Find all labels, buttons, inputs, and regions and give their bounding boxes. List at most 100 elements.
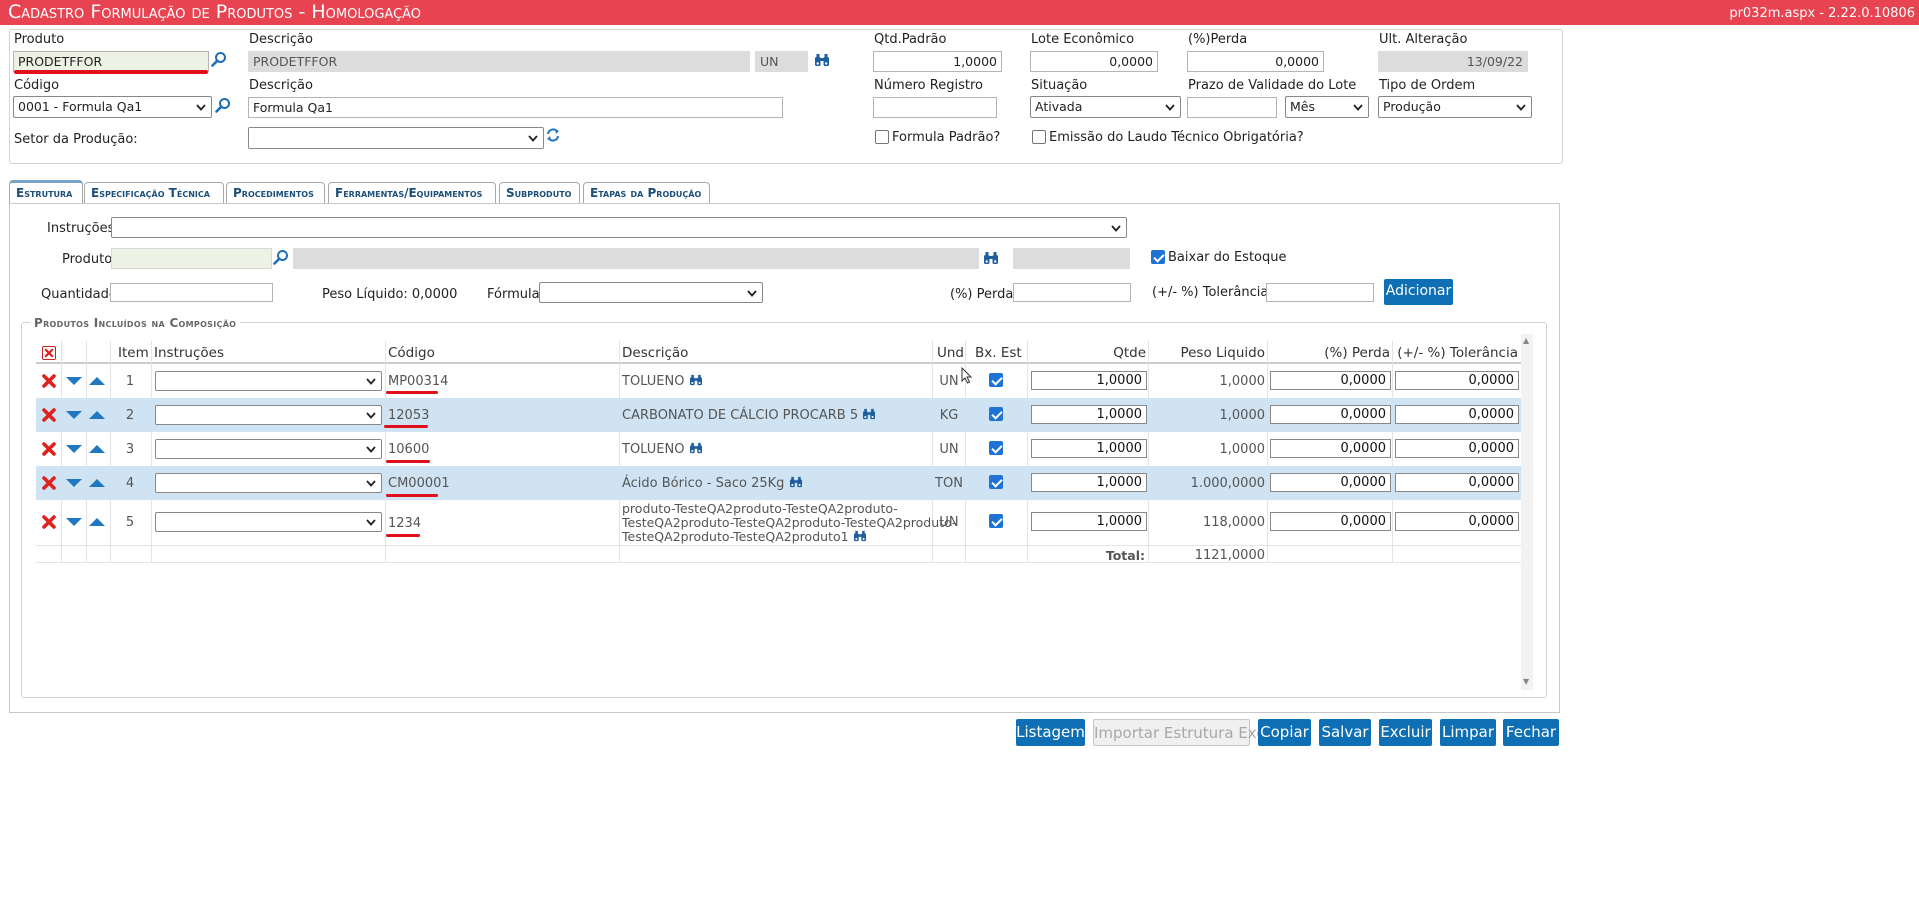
limpar-button[interactable]: Limpar <box>1440 719 1496 746</box>
situacao-select[interactable]: Ativada <box>1030 96 1181 118</box>
binoculars-icon[interactable] <box>853 530 867 542</box>
row-bx-est-checkbox[interactable] <box>989 407 1003 421</box>
move-up-icon[interactable] <box>88 444 106 454</box>
row-tolerancia-input[interactable]: 0,0000 <box>1395 512 1519 531</box>
row-qtde-input[interactable]: 1,0000 <box>1031 473 1147 492</box>
row-bx-est-checkbox[interactable] <box>989 475 1003 489</box>
excluir-button[interactable]: Excluir <box>1379 719 1432 746</box>
search-icon[interactable] <box>211 51 227 67</box>
binoculars-icon[interactable] <box>862 408 876 420</box>
delete-all-icon[interactable] <box>42 346 56 360</box>
row-perda-input[interactable]: 0,0000 <box>1270 439 1391 458</box>
row-qtde-input[interactable]: 1,0000 <box>1031 439 1147 458</box>
row-bx-est-checkbox[interactable] <box>989 373 1003 387</box>
produto-item-input[interactable] <box>111 248 272 269</box>
search-icon[interactable] <box>215 97 231 113</box>
total-label: Total: <box>1105 548 1145 563</box>
row-tolerancia-input[interactable]: 0,0000 <box>1395 473 1519 492</box>
tab-subproduto[interactable]: Subproduto <box>499 182 580 203</box>
row-und: KG <box>939 408 959 423</box>
tab-procedimentos[interactable]: Procedimentos <box>226 182 325 203</box>
move-up-icon[interactable] <box>88 517 106 527</box>
row-instrucoes-select[interactable] <box>155 439 382 459</box>
move-down-icon[interactable] <box>65 478 83 488</box>
setor-producao-select[interactable] <box>248 127 544 149</box>
table-scrollbar[interactable]: ▲ ▼ <box>1521 334 1533 690</box>
binoculars-icon[interactable] <box>814 53 830 67</box>
prazo-unit-select[interactable]: Mês <box>1285 96 1369 118</box>
row-perda-input[interactable]: 0,0000 <box>1270 371 1391 390</box>
move-up-icon[interactable] <box>88 376 106 386</box>
move-down-icon[interactable] <box>65 517 83 527</box>
formula-select[interactable] <box>539 282 763 303</box>
baixar-estoque-checkbox[interactable] <box>1151 250 1165 264</box>
tipo-ordem-select[interactable]: Produção <box>1378 96 1532 118</box>
delete-row-icon[interactable] <box>41 514 57 530</box>
scroll-up-icon[interactable]: ▲ <box>1523 336 1529 345</box>
delete-row-icon[interactable] <box>41 407 57 423</box>
tab-especificacao-tecnica[interactable]: Especificação Técnica <box>84 182 224 203</box>
move-down-icon[interactable] <box>65 376 83 386</box>
descricao-label: Descrição <box>249 32 313 47</box>
row-tolerancia-input[interactable]: 0,0000 <box>1395 405 1519 424</box>
row-instrucoes-select[interactable] <box>155 371 382 391</box>
emissao-laudo-checkbox[interactable] <box>1032 130 1046 144</box>
move-down-icon[interactable] <box>65 444 83 454</box>
codigo-select[interactable]: 0001 - Formula Qa1 <box>13 96 212 118</box>
binoculars-icon[interactable] <box>789 476 803 488</box>
tab-etapas-producao[interactable]: Etapas da Produção <box>583 182 710 203</box>
binoculars-icon[interactable] <box>689 374 703 386</box>
descricao2-label: Descrição <box>249 78 313 93</box>
qtd-padrao-input[interactable]: 1,0000 <box>873 51 1002 72</box>
move-up-icon[interactable] <box>88 410 106 420</box>
adicionar-button[interactable]: Adicionar <box>1384 279 1453 305</box>
numero-registro-input[interactable] <box>873 97 997 118</box>
row-item: 5 <box>125 515 135 530</box>
emissao-laudo-label: Emissão do Laudo Técnico Obrigatória? <box>1049 130 1304 145</box>
row-qtde-input[interactable]: 1,0000 <box>1031 405 1147 424</box>
row-perda-input[interactable]: 0,0000 <box>1270 512 1391 531</box>
row-tolerancia-input[interactable]: 0,0000 <box>1395 439 1519 458</box>
formula-padrao-checkbox[interactable] <box>875 130 889 144</box>
move-down-icon[interactable] <box>65 410 83 420</box>
tab-estrutura[interactable]: Estrutura <box>9 180 83 203</box>
row-bx-est-checkbox[interactable] <box>989 441 1003 455</box>
chevron-down-icon <box>527 132 539 144</box>
scroll-down-icon[interactable]: ▼ <box>1523 677 1529 686</box>
perda-input[interactable]: 0,0000 <box>1187 51 1324 72</box>
row-tolerancia-input[interactable]: 0,0000 <box>1395 371 1519 390</box>
lote-economico-input[interactable]: 0,0000 <box>1030 51 1158 72</box>
delete-row-icon[interactable] <box>41 373 57 389</box>
delete-row-icon[interactable] <box>41 475 57 491</box>
descricao2-input[interactable]: Formula Qa1 <box>248 97 783 118</box>
quantidade-input[interactable] <box>110 283 273 302</box>
importar-excel-button[interactable]: Importar Estrutura Excel <box>1093 719 1278 746</box>
fechar-button[interactable]: Fechar <box>1503 719 1559 746</box>
row-instrucoes-select[interactable] <box>155 405 382 425</box>
row-perda-input[interactable]: 0,0000 <box>1270 473 1391 492</box>
tolerancia-input[interactable] <box>1266 283 1374 302</box>
refresh-icon[interactable] <box>545 127 561 143</box>
binoculars-icon[interactable] <box>689 442 703 454</box>
row-instrucoes-select[interactable] <box>155 473 382 493</box>
row-qtde-input[interactable]: 1,0000 <box>1031 512 1147 531</box>
qtd-padrao-label: Qtd.Padrão <box>874 32 947 47</box>
formula-padrao-label: Formula Padrão? <box>892 130 1001 145</box>
row-bx-est-checkbox[interactable] <box>989 514 1003 528</box>
copiar-button[interactable]: Copiar <box>1258 719 1311 746</box>
move-up-icon[interactable] <box>88 478 106 488</box>
row-instrucoes-select[interactable] <box>155 512 382 532</box>
binoculars-icon[interactable] <box>983 251 999 265</box>
row-qtde-input[interactable]: 1,0000 <box>1031 371 1147 390</box>
produto-input[interactable]: PRODETFFOR <box>13 51 209 72</box>
delete-row-icon[interactable] <box>41 441 57 457</box>
tab-ferramentas-equipamentos[interactable]: Ferramentas/Equipamentos <box>328 182 496 203</box>
instrucoes-select[interactable] <box>111 217 1127 238</box>
search-icon[interactable] <box>273 249 289 265</box>
row-perda-input[interactable]: 0,0000 <box>1270 405 1391 424</box>
salvar-button[interactable]: Salvar <box>1319 719 1371 746</box>
prazo-validade-input[interactable] <box>1187 97 1277 118</box>
perda-item-input[interactable] <box>1013 283 1131 302</box>
listagem-button[interactable]: Listagem <box>1016 719 1085 746</box>
total-value: 1121,0000 <box>1194 548 1265 563</box>
